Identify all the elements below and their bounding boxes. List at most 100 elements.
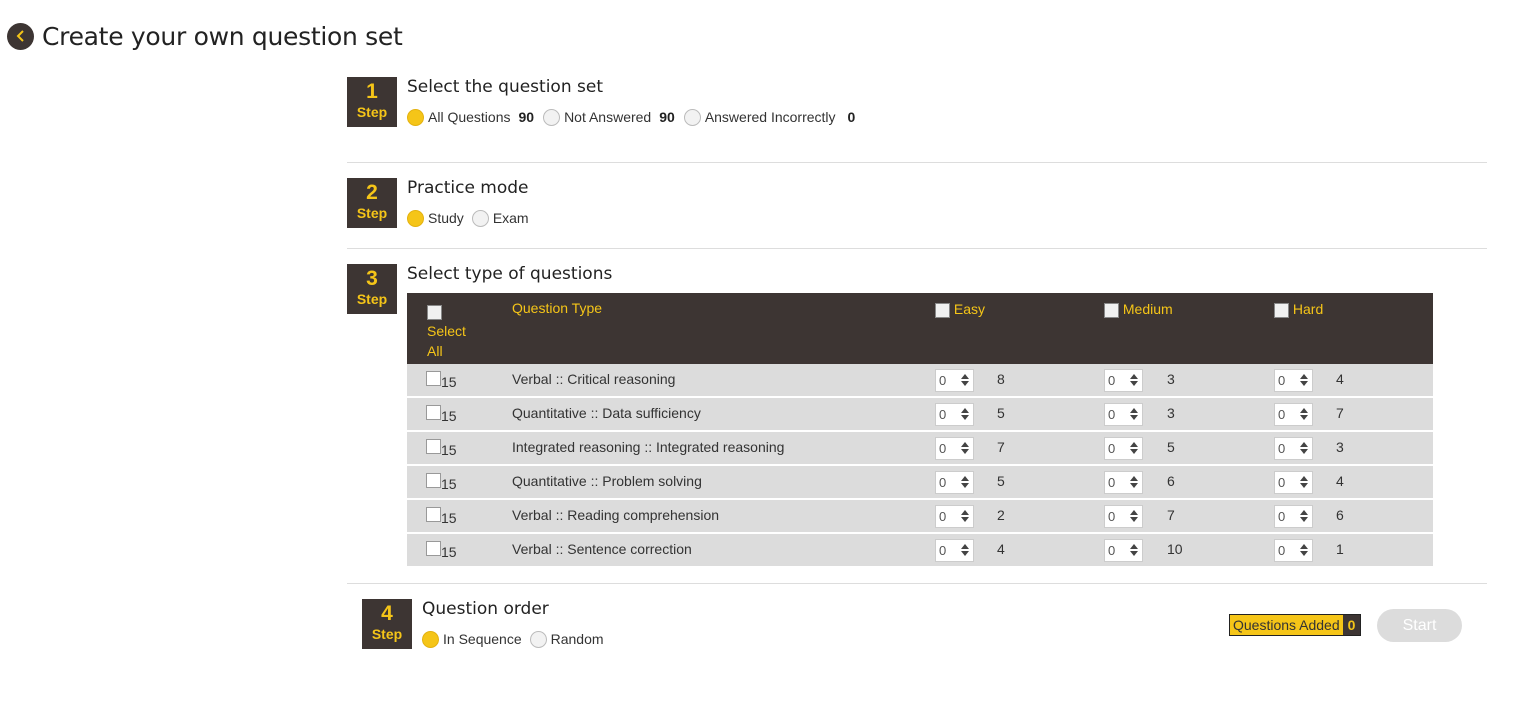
radio-answered-incorrectly[interactable]	[683, 108, 701, 126]
hard-available: 7	[1336, 405, 1344, 421]
step-number: 2	[366, 181, 378, 204]
stepper-value: 0	[939, 543, 947, 558]
step-number: 3	[366, 267, 378, 290]
stepper-value: 0	[939, 509, 947, 524]
row-select-cell: 15	[426, 541, 457, 560]
easy-count-stepper[interactable]: 0	[935, 471, 974, 494]
row-checkbox[interactable]	[426, 507, 441, 522]
hard-count-stepper[interactable]: 0	[1274, 539, 1313, 562]
hard-available: 3	[1336, 439, 1344, 455]
easy-count-stepper[interactable]: 0	[935, 369, 974, 392]
row-checkbox[interactable]	[426, 405, 441, 420]
hard-count-stepper[interactable]: 0	[1274, 403, 1313, 426]
radio-in-sequence[interactable]	[422, 630, 439, 648]
step-1-title: Select the question set	[407, 77, 603, 97]
radio-label: Random	[550, 631, 604, 647]
stepper-arrows-icon[interactable]	[961, 475, 969, 489]
row-select-cell: 15	[426, 473, 457, 492]
radio-study[interactable]	[407, 209, 424, 227]
medium-count-stepper[interactable]: 0	[1104, 505, 1143, 528]
stepper-arrows-icon[interactable]	[1130, 407, 1138, 421]
stepper-arrows-icon[interactable]	[1130, 509, 1138, 523]
hard-count-stepper[interactable]: 0	[1274, 505, 1313, 528]
hard-label: Hard	[1292, 301, 1324, 317]
question-order-options: In Sequence Random	[422, 629, 612, 649]
stepper-arrows-icon[interactable]	[1300, 441, 1308, 455]
radio-label: In Sequence	[443, 631, 522, 647]
medium-count-stepper[interactable]: 0	[1104, 471, 1143, 494]
easy-count-stepper[interactable]: 0	[935, 505, 974, 528]
stepper-value: 0	[1108, 373, 1116, 388]
radio-label: Answered Incorrectly	[704, 109, 836, 125]
questions-added-count: 0	[1342, 615, 1361, 635]
stepper-value: 0	[939, 407, 947, 422]
stepper-arrows-icon[interactable]	[1300, 373, 1308, 387]
medium-available: 3	[1167, 405, 1175, 421]
medium-available: 3	[1167, 371, 1175, 387]
easy-header: Easy	[935, 301, 985, 318]
stepper-arrows-icon[interactable]	[961, 407, 969, 421]
stepper-arrows-icon[interactable]	[1300, 407, 1308, 421]
medium-count-stepper[interactable]: 0	[1104, 369, 1143, 392]
stepper-arrows-icon[interactable]	[1130, 475, 1138, 489]
row-checkbox[interactable]	[426, 473, 441, 488]
start-button[interactable]: Start	[1377, 609, 1462, 642]
question-type-name: Verbal :: Reading comprehension	[512, 507, 720, 523]
stepper-arrows-icon[interactable]	[1300, 509, 1308, 523]
table-row: 15 Integrated reasoning :: Integrated re…	[407, 432, 1433, 464]
hard-available: 1	[1336, 541, 1344, 557]
table-row: 15 Quantitative :: Data sufficiency 0 5 …	[407, 398, 1433, 430]
table-row: 15 Verbal :: Critical reasoning 0 8 0 3 …	[407, 364, 1433, 396]
row-total: 15	[441, 510, 457, 526]
row-checkbox[interactable]	[426, 541, 441, 556]
radio-random[interactable]	[529, 630, 547, 648]
stepper-arrows-icon[interactable]	[1130, 441, 1138, 455]
medium-available: 7	[1167, 507, 1175, 523]
hard-count-stepper[interactable]: 0	[1274, 369, 1313, 392]
radio-not-answered[interactable]	[543, 108, 561, 126]
stepper-arrows-icon[interactable]	[1130, 373, 1138, 387]
hard-select-checkbox[interactable]	[1274, 302, 1289, 318]
stepper-value: 0	[1278, 441, 1286, 456]
stepper-arrows-icon[interactable]	[1300, 543, 1308, 557]
page-title: Create your own question set	[42, 21, 403, 51]
radio-all-questions[interactable]	[407, 108, 424, 126]
row-total: 15	[441, 544, 457, 560]
stepper-arrows-icon[interactable]	[1300, 475, 1308, 489]
stepper-arrows-icon[interactable]	[961, 441, 969, 455]
back-button[interactable]	[7, 22, 34, 50]
easy-count-stepper[interactable]: 0	[935, 539, 974, 562]
easy-count-stepper[interactable]: 0	[935, 403, 974, 426]
stepper-arrows-icon[interactable]	[961, 543, 969, 557]
medium-count-stepper[interactable]: 0	[1104, 437, 1143, 460]
easy-select-checkbox[interactable]	[935, 302, 950, 318]
medium-count-stepper[interactable]: 0	[1104, 539, 1143, 562]
chevron-left-icon	[16, 30, 24, 42]
step-label: Step	[356, 205, 388, 221]
stepper-arrows-icon[interactable]	[961, 509, 969, 523]
easy-count-stepper[interactable]: 0	[935, 437, 974, 460]
row-checkbox[interactable]	[426, 439, 441, 454]
question-set-options: All Questions 90 Not Answered 90 Answere…	[407, 107, 864, 127]
step-2-title: Practice mode	[407, 178, 529, 198]
question-type-name: Verbal :: Critical reasoning	[512, 371, 676, 387]
radio-label: All Questions	[428, 109, 511, 125]
row-checkbox[interactable]	[426, 371, 441, 386]
row-total: 15	[441, 408, 457, 424]
medium-available: 5	[1167, 439, 1175, 455]
stepper-arrows-icon[interactable]	[1130, 543, 1138, 557]
stepper-arrows-icon[interactable]	[961, 373, 969, 387]
hard-count-stepper[interactable]: 0	[1274, 437, 1313, 460]
radio-exam[interactable]	[471, 209, 489, 227]
select-all-checkbox[interactable]	[427, 304, 442, 320]
hard-available: 4	[1336, 473, 1344, 489]
medium-select-checkbox[interactable]	[1104, 302, 1119, 318]
question-type-table: Select All Question Type Easy Medium Har…	[407, 293, 1433, 566]
hard-count-stepper[interactable]: 0	[1274, 471, 1313, 494]
hard-header: Hard	[1274, 301, 1323, 318]
step-label: Step	[356, 291, 388, 307]
step-3-badge: 3 Step	[347, 264, 397, 314]
easy-available: 5	[997, 405, 1005, 421]
medium-count-stepper[interactable]: 0	[1104, 403, 1143, 426]
radio-label: Study	[428, 210, 464, 226]
